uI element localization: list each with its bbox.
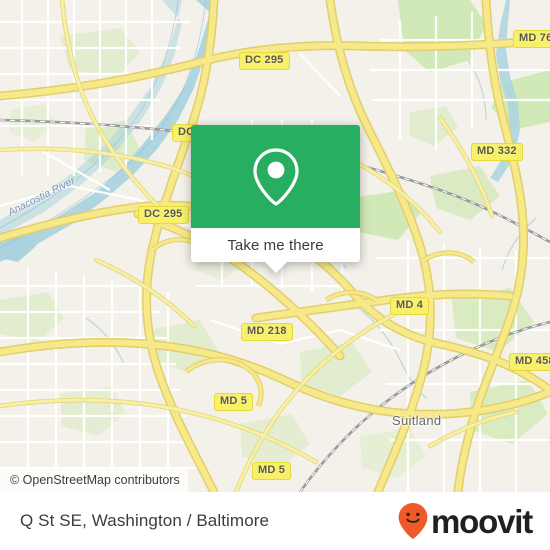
road-shield: DC 295 [138, 206, 189, 224]
footer-bar: Q St SE, Washington / Baltimore moovit [0, 492, 550, 550]
road-shield: MD 5 [252, 462, 292, 480]
road-shield: MD 4 [390, 297, 430, 315]
card-action-area[interactable]: Take me there [191, 228, 360, 273]
take-me-there-label: Take me there [227, 236, 324, 254]
moovit-smiley-pin-icon [398, 503, 428, 539]
map-screenshot: DC 295 MD 76 MD 332 DC 295 DC MD 4 MD 21… [0, 0, 550, 550]
road-shield: MD 458 [509, 353, 550, 371]
location-pin-icon [252, 147, 299, 206]
card-icon-area [191, 125, 360, 228]
moovit-wordmark: moovit [431, 502, 533, 540]
road-shield: MD 332 [471, 143, 523, 161]
moovit-brand[interactable]: moovit [397, 502, 533, 540]
place-label-suitland: Suitland [392, 413, 442, 428]
road-shield: MD 5 [214, 393, 254, 411]
location-title: Q St SE, Washington / Baltimore [20, 511, 270, 530]
card-pointer-tail [264, 262, 287, 273]
road-shield: MD 76 [513, 30, 550, 48]
road-shield: DC 295 [239, 52, 290, 70]
take-me-there-card[interactable]: Take me there [191, 125, 360, 273]
road-shield: MD 218 [241, 323, 293, 341]
map-attribution[interactable]: © OpenStreetMap contributors [0, 469, 188, 492]
